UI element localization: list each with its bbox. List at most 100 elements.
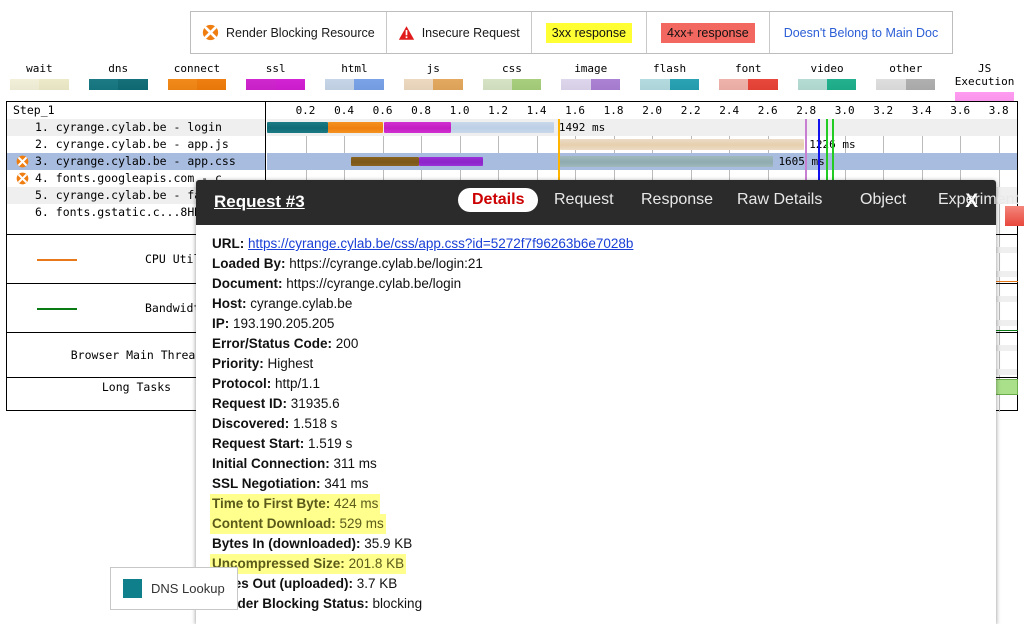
row-duration-label: 1492 ms <box>559 119 605 136</box>
render-blocking-icon <box>16 172 29 185</box>
bar-segment-ssl <box>384 122 451 133</box>
color-key-swatch <box>404 79 463 90</box>
legend-item-label: Render Blocking Resource <box>226 26 375 40</box>
overlay-details-body: URL: https://cyrange.cylab.be/css/app.cs… <box>196 225 996 624</box>
detail-value: 200 <box>336 336 359 351</box>
request-row-label-2[interactable]: 2. cyrange.cylab.be - app.js <box>7 136 265 153</box>
detail-key: Error/Status Code: <box>212 336 332 351</box>
axis-tick: 1.6 <box>565 104 585 117</box>
color-key-other: other <box>866 62 945 90</box>
detail-pair: Host: cyrange.cylab.be <box>212 296 352 311</box>
detail-row: Loaded By: https://cyrange.cylab.be/logi… <box>212 254 996 274</box>
color-key-label: css <box>473 62 552 75</box>
detail-value: 35.9 KB <box>364 536 412 551</box>
detail-row: Protocol: http/1.1 <box>212 374 996 394</box>
detail-pair: Discovered: 1.518 s <box>212 416 337 431</box>
color-key-image: image <box>551 62 630 90</box>
dns-lookup-tooltip: DNS Lookup <box>110 567 238 610</box>
detail-value: 424 ms <box>334 496 378 511</box>
color-key-wait: wait <box>0 62 79 90</box>
detail-value: http/1.1 <box>275 376 320 391</box>
color-key-js: js <box>394 62 473 90</box>
detail-key: Host: <box>212 296 247 311</box>
color-key-label: wait <box>0 62 79 75</box>
detail-pair: IP: 193.190.205.205 <box>212 316 334 331</box>
detail-pair: Request Start: 1.519 s <box>212 436 352 451</box>
bar-segment-ssl-dark <box>419 157 483 166</box>
detail-pair: Uncompressed Size: 201.8 KB <box>210 554 406 574</box>
detail-row: Render Blocking Status: blocking <box>212 594 996 614</box>
request-label-text: 1. cyrange.cylab.be - login <box>35 120 222 134</box>
detail-key: Request Start: <box>212 436 304 451</box>
tab-object[interactable]: Object <box>860 191 906 209</box>
tab-request[interactable]: Request <box>554 191 614 209</box>
legend-item-label: Doesn't Belong to Main Doc <box>784 26 939 40</box>
request-label-text: 4. fonts.googleapis.com - c <box>35 171 222 185</box>
detail-pair: Content Download: 529 ms <box>210 514 386 534</box>
waterfall-row-2[interactable]: 1226 ms <box>267 136 1017 153</box>
color-key-css: css <box>473 62 552 90</box>
detail-value: 311 ms <box>334 456 377 471</box>
detail-key: Bytes In (downloaded): <box>212 536 361 551</box>
detail-pair: Document: https://cyrange.cylab.be/login <box>212 276 461 291</box>
detail-row: Document: https://cyrange.cylab.be/login <box>212 274 996 294</box>
color-key-label: flash <box>630 62 709 75</box>
axis-tick: 2.2 <box>681 104 701 117</box>
detail-row: Bytes Out (uploaded): 3.7 KB <box>212 574 996 594</box>
color-key-swatch <box>561 79 620 90</box>
axis-tick: 0.6 <box>373 104 393 117</box>
axis-tick: 0.8 <box>411 104 431 117</box>
detail-pair: Loaded By: https://cyrange.cylab.be/logi… <box>212 256 483 271</box>
detail-row: Initial Connection: 311 ms <box>212 454 996 474</box>
color-key-ssl: ssl <box>236 62 315 90</box>
legend-item-label: 3xx response <box>546 23 632 43</box>
detail-value: 341 ms <box>324 476 368 491</box>
detail-row: SSL Negotiation: 341 ms <box>212 474 996 494</box>
section-swatch-cpu-utilization <box>37 259 77 261</box>
detail-row: Uncompressed Size: 201.8 KB <box>212 554 996 574</box>
color-key-swatch <box>876 79 935 90</box>
bar-segment-dns <box>267 122 328 133</box>
detail-key: SSL Negotiation: <box>212 476 321 491</box>
detail-value: cyrange.cylab.be <box>250 296 352 311</box>
color-key-label: dns <box>79 62 158 75</box>
tab-details[interactable]: Details <box>458 188 538 212</box>
axis-tick: 3.6 <box>950 104 970 117</box>
error-response-block <box>1005 206 1024 226</box>
detail-key: Priority: <box>212 356 264 371</box>
detail-value: 3.7 KB <box>357 576 398 591</box>
color-key-label: other <box>866 62 945 75</box>
overlay-header: Request #3 X DetailsRequestResponseRaw D… <box>196 180 996 225</box>
detail-key: Content Download: <box>212 516 336 531</box>
tab-response[interactable]: Response <box>641 191 713 209</box>
axis-tick: 1.8 <box>604 104 624 117</box>
overlay-title: Request #3 <box>214 192 305 212</box>
detail-value[interactable]: https://cyrange.cylab.be/css/app.css?id=… <box>248 236 633 251</box>
color-key-js-execution: JS Execution <box>945 62 1024 103</box>
detail-row: Host: cyrange.cylab.be <box>212 294 996 314</box>
detail-key: IP: <box>212 316 229 331</box>
detail-row: Priority: Highest <box>212 354 996 374</box>
render-blocking-icon <box>16 155 29 168</box>
color-key-swatch <box>325 79 384 90</box>
detail-key: Discovered: <box>212 416 289 431</box>
axis-tick: 1.4 <box>527 104 547 117</box>
resource-type-color-key: waitdnsconnectsslhtmljscssimageflashfont… <box>0 62 1024 100</box>
waterfall-row-3[interactable]: 1605 ms <box>267 153 1017 170</box>
bar-segment-connect <box>328 122 384 133</box>
tab-raw-details[interactable]: Raw Details <box>737 191 822 209</box>
detail-pair: Render Blocking Status: blocking <box>212 596 422 611</box>
detail-row: Error/Status Code: 200 <box>212 334 996 354</box>
legend-item-3: 4xx+ response <box>647 12 770 53</box>
detail-value: 1.519 s <box>308 436 352 451</box>
request-row-label-3[interactable]: 3. cyrange.cylab.be - app.css <box>7 153 265 170</box>
legend-item-4[interactable]: Doesn't Belong to Main Doc <box>770 12 953 53</box>
insecure-warning-icon <box>398 25 415 41</box>
section-swatch-bandwidth-in <box>37 308 77 310</box>
axis-tick: 2.0 <box>642 104 662 117</box>
request-row-label-1[interactable]: 1. cyrange.cylab.be - login <box>7 119 265 136</box>
waterfall-row-1[interactable]: 1492 ms <box>267 119 1017 136</box>
detail-pair: Initial Connection: 311 ms <box>212 456 377 471</box>
detail-pair: URL: https://cyrange.cylab.be/css/app.cs… <box>212 236 633 251</box>
detail-key: Document: <box>212 276 283 291</box>
